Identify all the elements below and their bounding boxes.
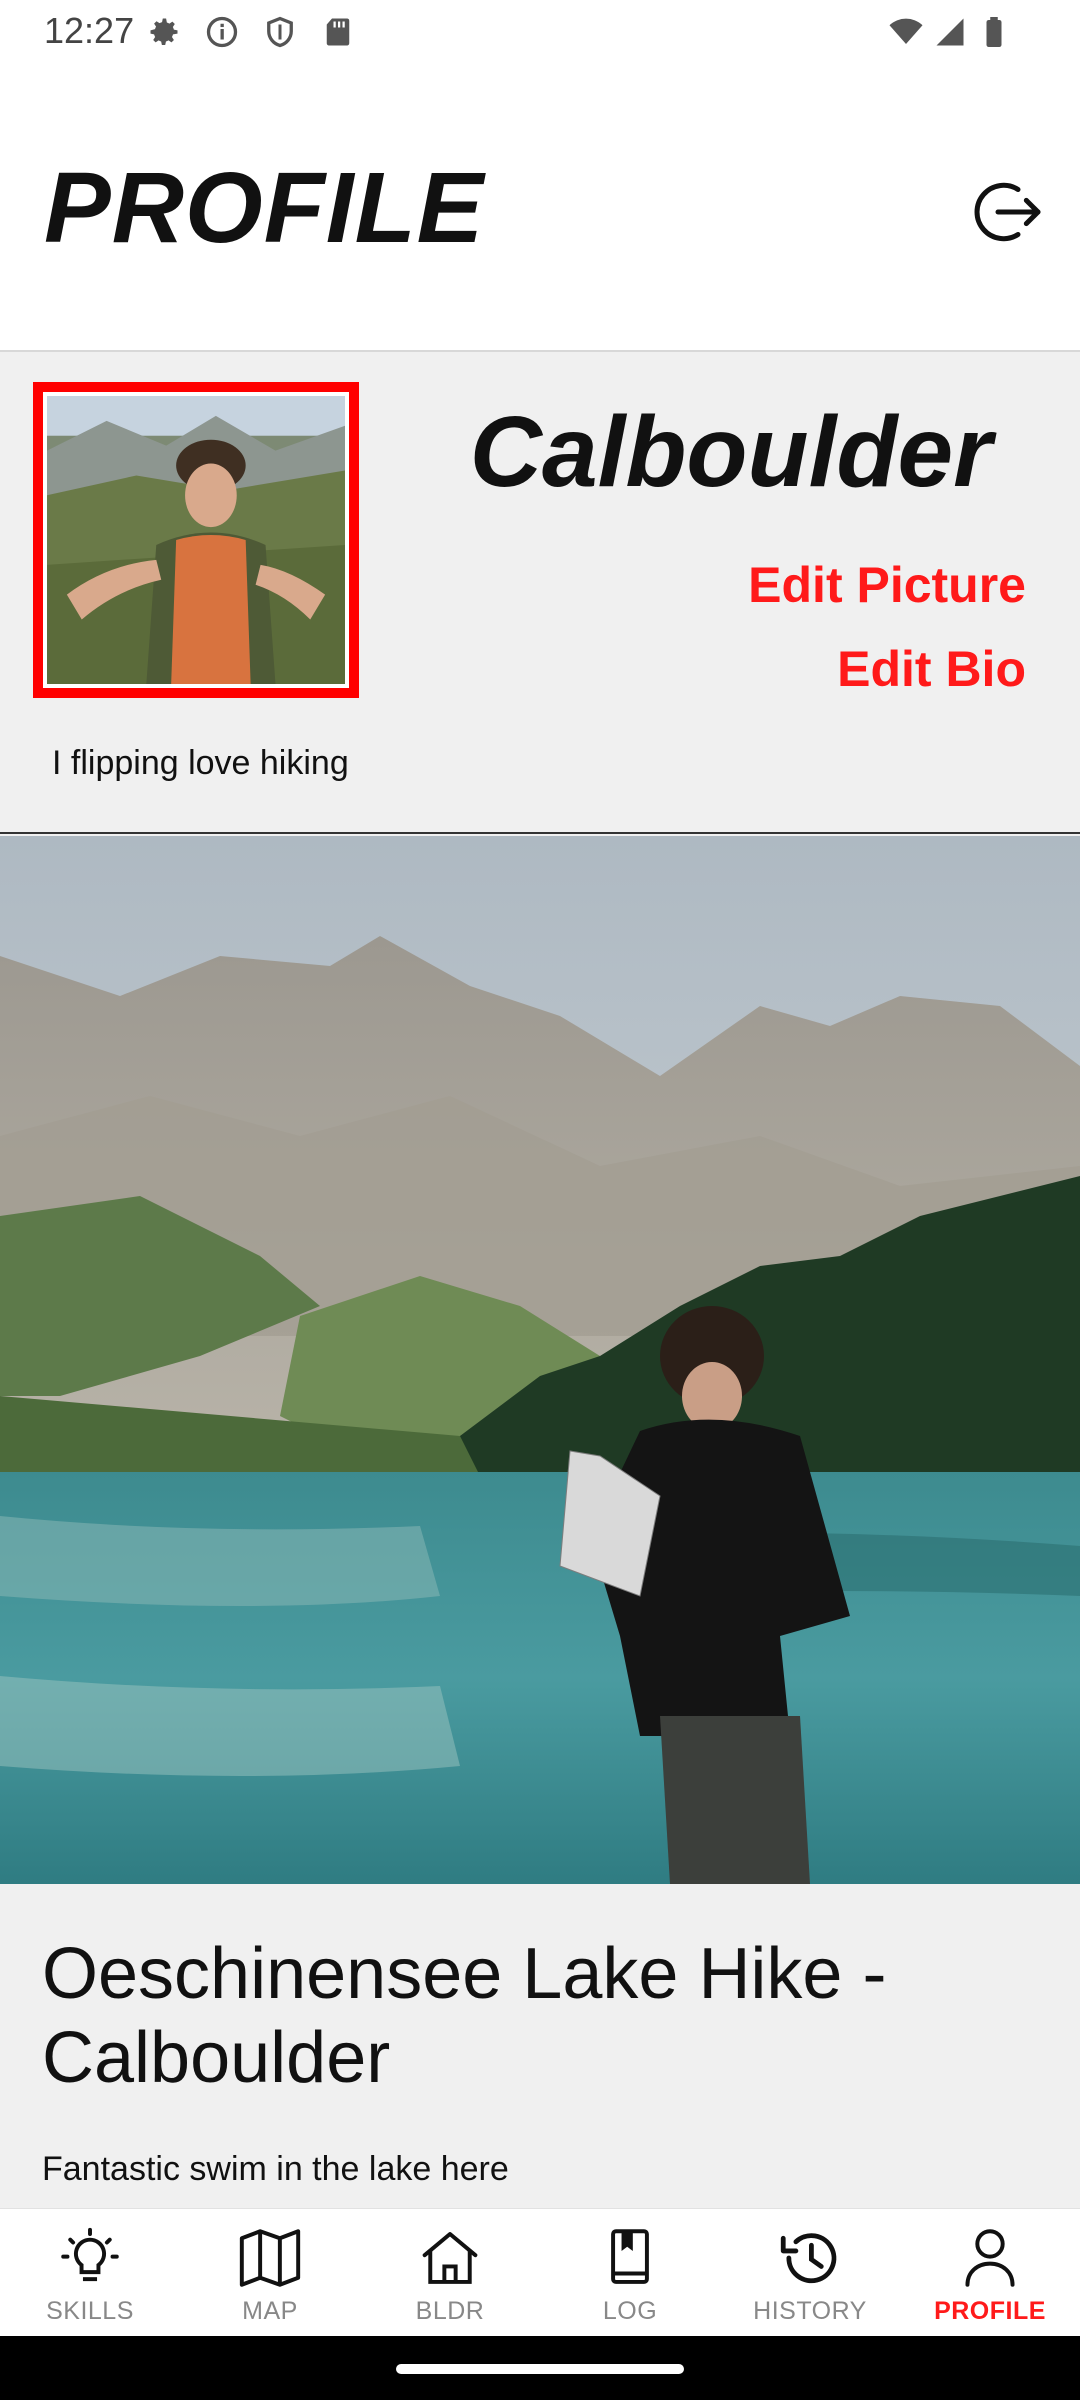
post-image[interactable] xyxy=(0,836,1080,1884)
cell-signal-icon xyxy=(932,14,968,50)
history-icon xyxy=(775,2227,845,2289)
book-icon xyxy=(595,2227,665,2289)
edit-picture-button[interactable]: Edit Picture xyxy=(748,560,1026,610)
nav-item-skills[interactable]: SKILLS xyxy=(0,2209,180,2337)
logout-icon xyxy=(974,182,1041,242)
status-bar: 12:27 xyxy=(0,0,1080,62)
nav-label-map: MAP xyxy=(242,2297,298,2325)
home-gesture-pill[interactable] xyxy=(396,2364,684,2374)
gear-icon xyxy=(146,14,182,50)
header: PROFILE xyxy=(0,62,1080,352)
home-icon xyxy=(415,2227,485,2289)
info-icon xyxy=(204,14,240,50)
lightbulb-icon xyxy=(55,2227,125,2289)
bio-text: I flipping love hiking xyxy=(52,744,349,782)
battery-icon xyxy=(976,14,1012,50)
nav-item-map[interactable]: MAP xyxy=(180,2209,360,2337)
logout-button[interactable] xyxy=(968,172,1048,252)
shield-icon xyxy=(262,14,298,50)
edit-bio-button[interactable]: Edit Bio xyxy=(837,644,1026,694)
post-title[interactable]: Oeschinensee Lake Hike - Calboulder xyxy=(42,1932,1042,2100)
person-icon xyxy=(955,2227,1025,2289)
avatar xyxy=(47,396,345,684)
nav-item-profile[interactable]: PROFILE xyxy=(900,2209,1080,2337)
nav-item-log[interactable]: LOG xyxy=(540,2209,720,2337)
nav-label-log: LOG xyxy=(602,2297,658,2325)
page-title: PROFILE xyxy=(44,152,485,264)
username: Calboulder xyxy=(469,396,992,508)
post-caption: Fantastic swim in the lake here xyxy=(42,2150,509,2188)
sd-card-icon xyxy=(320,14,356,50)
wifi-icon xyxy=(888,14,924,50)
nav-label-history: HISTORY xyxy=(753,2297,867,2325)
status-time: 12:27 xyxy=(44,10,135,51)
nav-item-bldr[interactable]: BLDR xyxy=(360,2209,540,2337)
nav-label-bldr: BLDR xyxy=(415,2297,485,2325)
system-navigation-bar xyxy=(0,2336,1080,2400)
post-card: Oeschinensee Lake Hike - Calboulder Fant… xyxy=(0,1884,1080,2208)
nav-label-profile: PROFILE xyxy=(934,2297,1046,2325)
bottom-nav: SKILLS MAP BLDR LOG HISTORY PROFILE xyxy=(0,2208,1080,2336)
nav-label-skills: SKILLS xyxy=(46,2297,134,2325)
avatar-frame[interactable] xyxy=(33,382,359,698)
map-icon xyxy=(235,2227,305,2289)
nav-item-history[interactable]: HISTORY xyxy=(720,2209,900,2337)
profile-section: Calboulder Edit Picture Edit Bio I flipp… xyxy=(0,352,1080,834)
